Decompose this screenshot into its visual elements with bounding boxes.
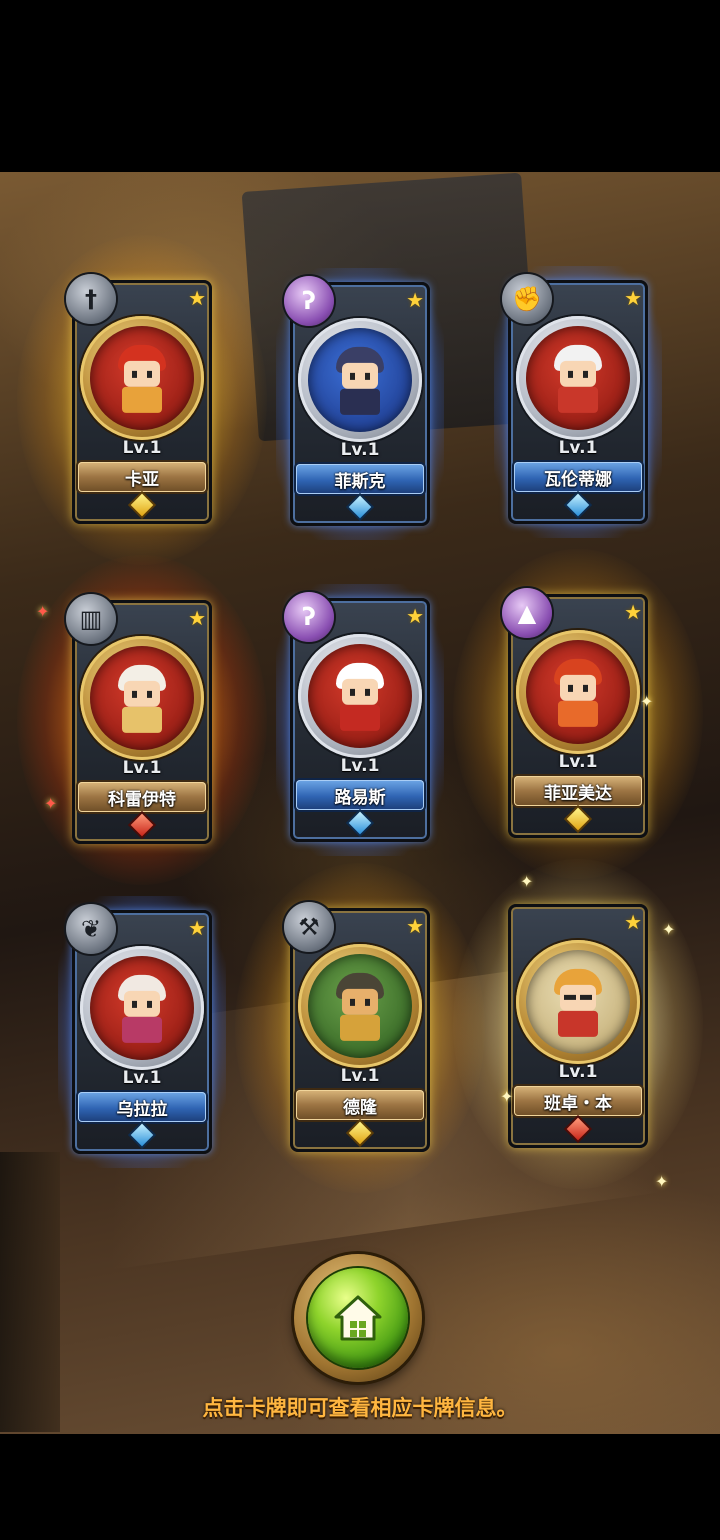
hero-sprite bbox=[330, 346, 390, 419]
sword-icon: † bbox=[66, 274, 116, 324]
portrait-ring bbox=[80, 316, 204, 440]
hero-card-koreit[interactable]: ▥ ★ Lv.1 科雷伊特 bbox=[17, 555, 267, 885]
portrait bbox=[308, 644, 412, 748]
hero-card-urara[interactable]: ❦ ★ Lv.1 乌拉拉 bbox=[58, 896, 226, 1168]
background-scene: † ★ Lv.1 卡亚 ʔ ★ Lv.1 菲斯克 ✊ ★ Lv.1 瓦伦蒂娜 ▥… bbox=[0, 172, 720, 1434]
card-name: 科雷伊特 bbox=[78, 782, 206, 812]
sparkle-icon: ✦ bbox=[36, 602, 50, 621]
portrait bbox=[308, 328, 412, 432]
hint-text: 点击卡牌即可查看相应卡牌信息。 bbox=[202, 1396, 518, 1420]
hero-sprite bbox=[112, 974, 172, 1047]
star-icon: ★ bbox=[624, 600, 642, 624]
sparkle-icon: ✦ bbox=[44, 794, 58, 813]
hero-sprite bbox=[548, 344, 608, 417]
portrait-ring bbox=[298, 944, 422, 1068]
wings-icon: ❦ bbox=[66, 904, 116, 954]
star-icon: ★ bbox=[188, 286, 206, 310]
reward-screen: † ★ Lv.1 卡亚 ʔ ★ Lv.1 菲斯克 ✊ ★ Lv.1 瓦伦蒂娜 ▥… bbox=[0, 0, 720, 1540]
portrait bbox=[308, 954, 412, 1058]
portrait bbox=[526, 950, 630, 1054]
card-level: Lv.1 bbox=[558, 438, 598, 458]
rarity-gem-icon bbox=[130, 496, 154, 514]
card-name: 路易斯 bbox=[296, 780, 424, 810]
card-level: Lv.1 bbox=[558, 752, 598, 772]
card-level: Lv.1 bbox=[122, 438, 162, 458]
hero-card-louis[interactable]: ʔ ★ Lv.1 路易斯 bbox=[276, 584, 444, 856]
portrait-ring bbox=[298, 318, 422, 442]
card-level: Lv.1 bbox=[122, 1068, 162, 1088]
card-name: 卡亚 bbox=[78, 462, 206, 492]
portrait-ring bbox=[516, 940, 640, 1064]
star-icon: ★ bbox=[188, 606, 206, 630]
magic-orb-icon: ʔ bbox=[284, 276, 334, 326]
card-name: 德隆 bbox=[296, 1090, 424, 1120]
rarity-gem-icon bbox=[348, 1124, 372, 1142]
hero-sprite bbox=[548, 658, 608, 731]
star-icon: ★ bbox=[624, 910, 642, 934]
rarity-gem-icon bbox=[348, 498, 372, 516]
card-level: Lv.1 bbox=[340, 756, 380, 776]
portrait bbox=[90, 326, 194, 430]
home-icon bbox=[334, 1295, 382, 1341]
portrait-ring bbox=[516, 630, 640, 754]
star-icon: ★ bbox=[406, 914, 424, 938]
axe-icon: ⚒ bbox=[284, 902, 334, 952]
hero-sprite bbox=[330, 972, 390, 1045]
card-name: 菲斯克 bbox=[296, 464, 424, 494]
star-icon: ★ bbox=[406, 288, 424, 312]
hero-card-kaya[interactable]: † ★ Lv.1 卡亚 bbox=[17, 235, 267, 565]
rarity-gem-icon bbox=[130, 816, 154, 834]
book-icon: ▥ bbox=[66, 594, 116, 644]
card-level: Lv.1 bbox=[122, 758, 162, 778]
portrait bbox=[526, 326, 630, 430]
rarity-gem-icon bbox=[130, 1126, 154, 1144]
portrait bbox=[90, 956, 194, 1060]
portrait-ring bbox=[516, 316, 640, 440]
card-level: Lv.1 bbox=[340, 1066, 380, 1086]
sparkle-icon: ✦ bbox=[500, 1087, 514, 1106]
hero-card-banjo-ben[interactable]: ★ Lv.1 班卓・本 bbox=[453, 859, 703, 1189]
rarity-gem-icon bbox=[566, 1120, 590, 1138]
fist-icon: ✊ bbox=[502, 274, 552, 324]
portrait-ring bbox=[80, 946, 204, 1070]
card-name: 瓦伦蒂娜 bbox=[514, 462, 642, 492]
hero-card-fisk[interactable]: ʔ ★ Lv.1 菲斯克 bbox=[276, 268, 444, 540]
card-name: 班卓・本 bbox=[514, 1086, 642, 1116]
sparkle-icon: ✦ bbox=[640, 692, 654, 711]
wizard-hat-icon: ▲ bbox=[502, 588, 552, 638]
card-level: Lv.1 bbox=[558, 1062, 598, 1082]
hero-sprite bbox=[330, 662, 390, 735]
card-name: 乌拉拉 bbox=[78, 1092, 206, 1122]
portrait bbox=[90, 646, 194, 750]
hero-card-valentina[interactable]: ✊ ★ Lv.1 瓦伦蒂娜 bbox=[494, 266, 662, 538]
sparkle-icon: ✦ bbox=[655, 1172, 669, 1191]
home-button-face bbox=[308, 1268, 408, 1368]
portrait-ring bbox=[80, 636, 204, 760]
magic-orb-icon: ʔ bbox=[284, 592, 334, 642]
star-icon: ★ bbox=[406, 604, 424, 628]
rarity-gem-icon bbox=[348, 814, 372, 832]
sparkle-icon: ✦ bbox=[520, 872, 534, 891]
portrait-ring bbox=[298, 634, 422, 758]
star-icon: ★ bbox=[624, 286, 642, 310]
hero-sprite bbox=[112, 344, 172, 417]
hero-card-fiamda[interactable]: ▲ ★ Lv.1 菲亚美达 bbox=[453, 549, 703, 879]
card-name: 菲亚美达 bbox=[514, 776, 642, 806]
home-button[interactable] bbox=[294, 1254, 422, 1382]
portrait bbox=[526, 640, 630, 744]
hero-sprite bbox=[548, 968, 608, 1041]
hero-sprite bbox=[112, 664, 172, 737]
rarity-gem-icon bbox=[566, 496, 590, 514]
rarity-gem-icon bbox=[566, 810, 590, 828]
star-icon: ★ bbox=[188, 916, 206, 940]
sparkle-icon: ✦ bbox=[662, 920, 676, 939]
hero-card-delong[interactable]: ⚒ ★ Lv.1 德隆 bbox=[235, 863, 485, 1193]
card-level: Lv.1 bbox=[340, 440, 380, 460]
